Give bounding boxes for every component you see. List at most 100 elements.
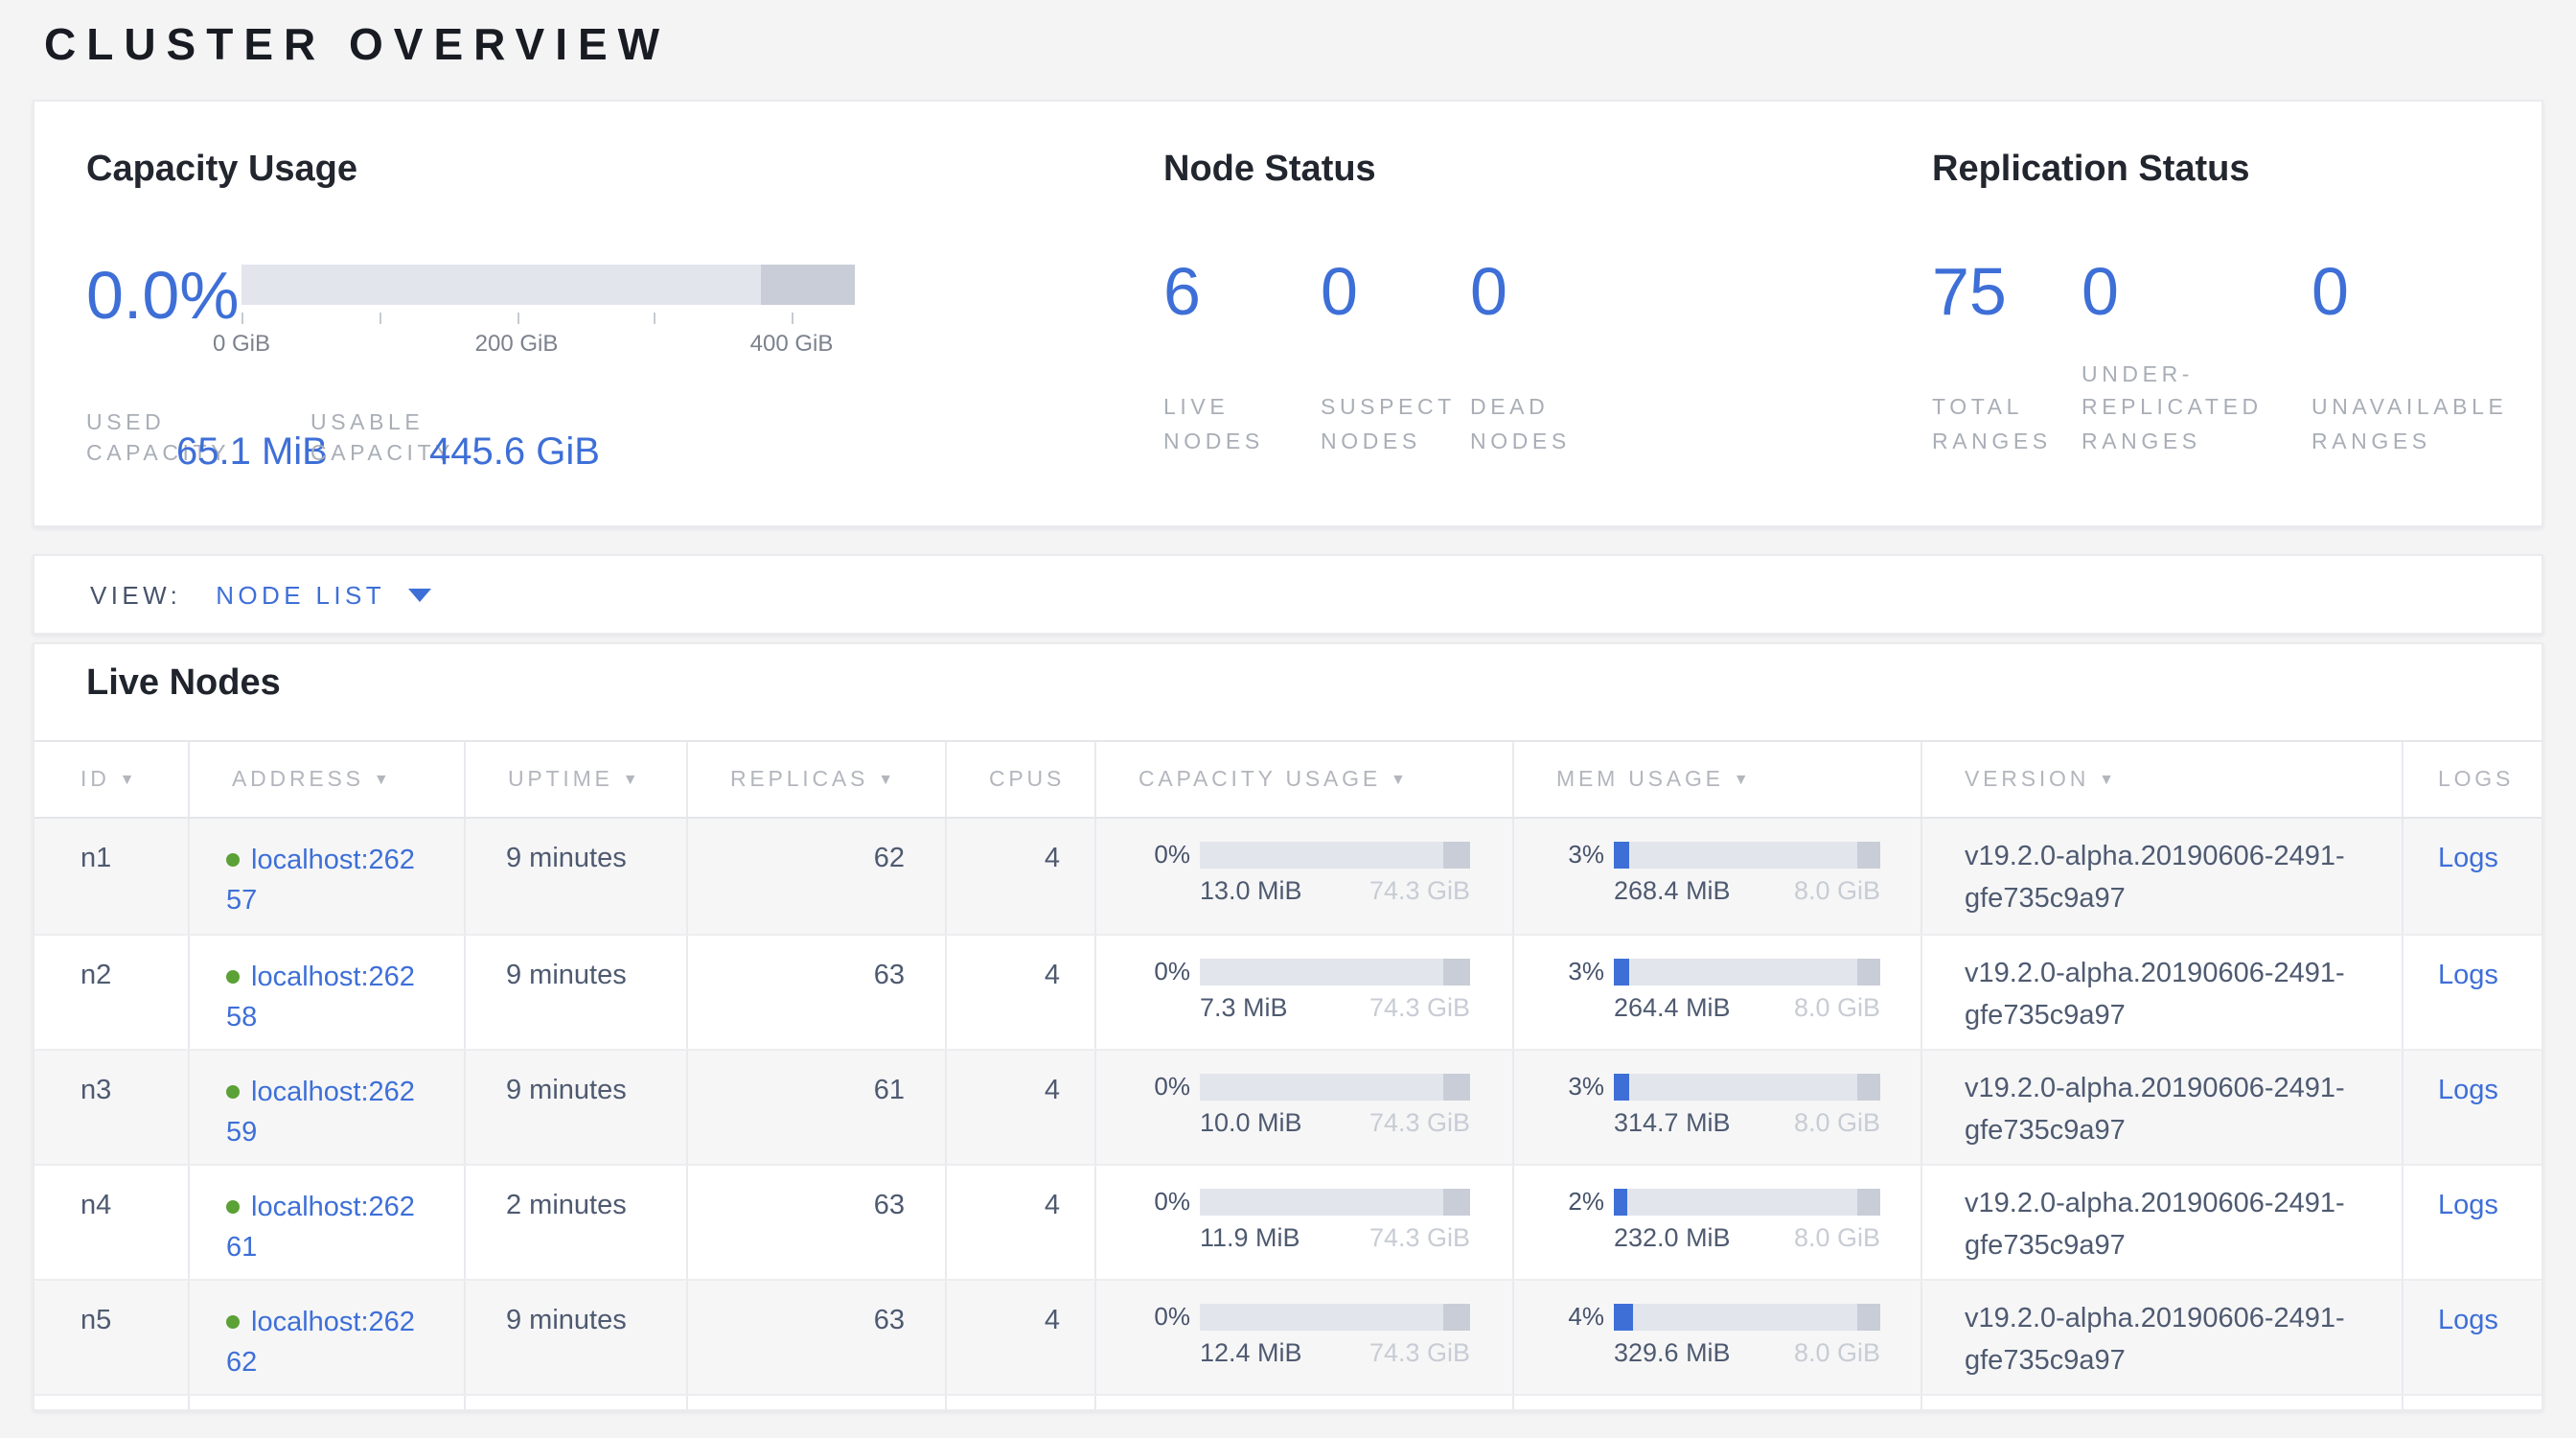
column-header-mem-usage[interactable]: MEM USAGE▼ (1514, 742, 1922, 817)
cap-percent-label: 0% (1096, 1072, 1200, 1101)
node-address-link[interactable]: 62 (226, 1348, 257, 1379)
live-status-dot-icon (226, 853, 240, 867)
logs-link[interactable]: Logs (2438, 1306, 2498, 1336)
column-header-uptime[interactable]: UPTIME▼ (466, 742, 688, 817)
mem-total-value: 8.0 GiB (1794, 1338, 1880, 1367)
partial-cell (1514, 1396, 1922, 1411)
cap-total-value: 74.3 GiB (1369, 876, 1470, 905)
version-cell: v19.2.0-alpha.20190606-2491-gfe735c9a97 (1922, 1166, 2404, 1279)
node-address-link[interactable]: 61 (226, 1233, 257, 1264)
summary-stat: 75TOTALRANGES (1932, 251, 2082, 460)
summary-stat: 6LIVENODES (1163, 251, 1321, 460)
mem-usage-bar (1614, 1303, 1880, 1330)
mem-bar-reserved-segment (1857, 1188, 1880, 1215)
sort-arrow-icon: ▼ (2099, 771, 2118, 788)
column-header-version[interactable]: VERSION▼ (1922, 742, 2404, 817)
column-header-capacity-usage[interactable]: CAPACITY USAGE▼ (1096, 742, 1514, 817)
live-nodes-card: Live Nodes ID▼ADDRESS▼UPTIME▼REPLICAS▼CP… (33, 642, 2543, 1411)
logs-cell: Logs (2404, 819, 2543, 934)
cap-percent-label: 0% (1096, 957, 1200, 986)
cpus-cell: 4 (947, 1166, 1096, 1279)
table-row: n5localhost:262629 minutes6340%12.4 MiB7… (34, 1279, 2542, 1394)
mem-percent-label: 4% (1514, 1302, 1614, 1331)
stat-label: UNDER-REPLICATEDRANGES (2082, 360, 2312, 460)
table-header-row: ID▼ADDRESS▼UPTIME▼REPLICAS▼CPUSCAPACITY … (34, 740, 2542, 819)
stat-value: 0 (2312, 251, 2570, 336)
stat-value: 75 (1932, 251, 2082, 336)
node-address-link[interactable]: 58 (226, 1003, 257, 1033)
table-row-partial (34, 1394, 2542, 1411)
sort-arrow-icon: ▼ (374, 771, 393, 788)
partial-cell (466, 1396, 688, 1411)
node-address-link[interactable]: localhost:262 (251, 846, 415, 876)
mem-usage-bar (1614, 1073, 1880, 1100)
cap-usage-cell: 0%11.9 MiB74.3 GiB (1096, 1166, 1514, 1279)
uptime-cell: 2 minutes (466, 1166, 688, 1279)
cap-usage-bar (1200, 1303, 1470, 1330)
table-row: n1localhost:262579 minutes6240%13.0 MiB7… (34, 819, 2542, 934)
node-address-link[interactable]: localhost:262 (251, 1078, 415, 1108)
cpus-cell: 4 (947, 1051, 1096, 1164)
capacity-bar-reserved-segment (761, 265, 855, 305)
version-cell: v19.2.0-alpha.20190606-2491-gfe735c9a97 (1922, 936, 2404, 1049)
cap-bar-reserved-segment (1443, 1303, 1470, 1330)
mem-bar-fill (1614, 958, 1629, 985)
node-address-link[interactable]: localhost:262 (251, 1193, 415, 1223)
mem-meter: 4% (1514, 1302, 1920, 1331)
node-address-link[interactable]: localhost:262 (251, 1308, 415, 1338)
logs-link[interactable]: Logs (2438, 844, 2498, 874)
mem-values: 314.7 MiB8.0 GiB (1614, 1108, 1880, 1137)
mem-meter: 3% (1514, 1072, 1920, 1101)
mem-used-value: 329.6 MiB (1614, 1338, 1731, 1367)
mem-values: 232.0 MiB 8.0 GiB (1614, 1223, 1880, 1252)
logs-link[interactable]: Logs (2438, 961, 2498, 991)
cap-used-value: 10.0 MiB (1200, 1108, 1302, 1137)
node-address-link[interactable]: localhost:262 (251, 963, 415, 993)
mem-values: 264.4 MiB8.0 GiB (1614, 993, 1880, 1022)
mem-used-value: 314.7 MiB (1614, 1108, 1731, 1137)
mem-bar-reserved-segment (1857, 841, 1880, 868)
node-address-cell: localhost:262 57 (190, 819, 466, 934)
version-cell: v19.2.0-alpha.20190606-2491-gfe735c9a97 (1922, 1051, 2404, 1164)
column-header-replicas[interactable]: REPLICAS▼ (688, 742, 947, 817)
column-header-address[interactable]: ADDRESS▼ (190, 742, 466, 817)
version-cell: v19.2.0-alpha.20190606-2491-gfe735c9a97 (1922, 819, 2404, 934)
summary-stat: 0UNAVAILABLERANGES (2312, 251, 2570, 460)
cap-usage-cell: 0%10.0 MiB74.3 GiB (1096, 1051, 1514, 1164)
stat-label: LIVENODES (1163, 393, 1321, 460)
capacity-usage-bar (242, 265, 855, 305)
column-header-cpus: CPUS (947, 742, 1096, 817)
summary-stat: 0DEADNODES (1470, 251, 1700, 460)
replicas-cell: 63 (688, 1166, 947, 1279)
mem-usage-bar (1614, 1188, 1880, 1215)
uptime-cell: 9 minutes (466, 936, 688, 1049)
mem-bar-fill (1614, 1303, 1633, 1330)
partial-cell (1922, 1396, 2404, 1411)
cap-used-value: 7.3 MiB (1200, 993, 1288, 1022)
replicas-cell: 63 (688, 936, 947, 1049)
mem-usage-cell: 3%264.4 MiB8.0 GiB (1514, 936, 1922, 1049)
cluster-overview-page: CLUSTER OVERVIEW Capacity Usage Node Sta… (0, 0, 2576, 1438)
replicas-cell: 61 (688, 1051, 947, 1164)
table-row: n3localhost:262599 minutes6140%10.0 MiB7… (34, 1049, 2542, 1164)
node-address-link[interactable]: 59 (226, 1118, 257, 1148)
column-header-id[interactable]: ID▼ (34, 742, 190, 817)
mem-percent-label: 2% (1514, 1187, 1614, 1216)
axis-tick (517, 313, 518, 324)
capacity-usage-heading: Capacity Usage (86, 150, 357, 192)
logs-link[interactable]: Logs (2438, 1076, 2498, 1106)
mem-used-value: 232.0 MiB (1614, 1223, 1731, 1252)
node-address-link[interactable]: 57 (226, 886, 257, 916)
axis-tick (380, 313, 381, 324)
logs-link[interactable]: Logs (2438, 1191, 2498, 1221)
cap-values: 13.0 MiB74.3 GiB (1200, 876, 1470, 905)
uptime-cell: 9 minutes (466, 1051, 688, 1164)
mem-values: 268.4 MiB8.0 GiB (1614, 876, 1880, 905)
cap-used-value: 12.4 MiB (1200, 1338, 1302, 1367)
view-selector-dropdown[interactable]: NODE LIST (216, 580, 431, 609)
capacity-used-percent: 0.0% (86, 255, 240, 339)
table-row: n4localhost:262612 minutes6340%11.9 MiB7… (34, 1164, 2542, 1279)
mem-total-value: 8.0 GiB (1794, 1223, 1880, 1252)
node-address-cell: localhost:262 61 (190, 1166, 466, 1279)
sort-arrow-icon: ▼ (878, 771, 897, 788)
